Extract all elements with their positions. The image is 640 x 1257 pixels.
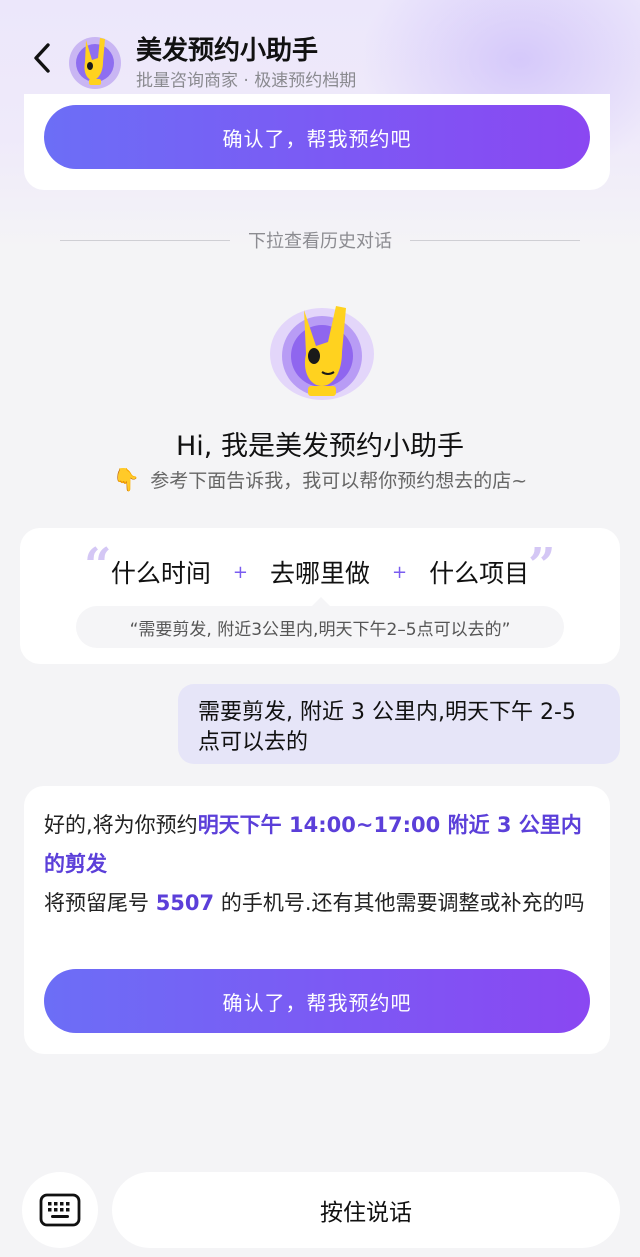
plus-icon: + [232,561,248,583]
previous-reply-card: 确认了，帮我预约吧 [24,94,610,190]
guide-item-place: 去哪里做 [269,559,370,588]
reply-phone-note: 将预留尾号 5507 的手机号.还有其他需要调整或补充的吗 [44,884,594,923]
assistant-reply-card: 好的,将为你预约明天下午 14:00~17:00 附近 3 公里内的剪发 将预留… [24,786,610,1054]
guide-item-service: 什么项目 [429,559,530,588]
reply-phone-prefix: 将预留尾号 [44,891,156,915]
divider-line [60,239,230,241]
page-title: 美发预约小助手 [136,36,319,66]
reply-summary-prefix: 好的,将为你预约 [44,813,198,837]
mascot-icon [69,37,121,89]
history-divider[interactable]: 下拉查看历史对话 [60,225,580,255]
guide-item-time: 什么时间 [110,559,211,588]
confirm-booking-button[interactable]: 确认了，帮我预约吧 [44,969,590,1033]
keyboard-toggle-button[interactable] [22,1172,98,1248]
hold-to-talk-button[interactable]: 按住说话 [112,1172,620,1248]
user-message-bubble: 需要剪发, 附近 3 公里内,明天下午 2-5 点可以去的 [178,684,620,764]
greeting-title: Hi, 我是美发预约小助手 [176,431,464,462]
chevron-left-icon [34,43,50,73]
history-divider-label: 下拉查看历史对话 [248,231,392,252]
greeting-hint-text: 参考下面告诉我，我可以帮你预约想去的店~ [150,470,528,492]
greeting-hint: 👇 参考下面告诉我，我可以帮你预约想去的店~ [0,466,640,493]
guide-items: 什么时间 + 去哪里做 + 什么项目 [20,554,620,590]
assistant-avatar [66,32,124,90]
reply-phone-suffix: 的手机号.还有其他需要调整或补充的吗 [214,891,585,915]
page-subtitle: 批量咨询商家 · 极速预约档期 [136,71,357,91]
assistant-large-avatar [266,298,382,402]
confirm-booking-button[interactable]: 确认了，帮我预约吧 [44,105,590,169]
example-prompt[interactable]: “需要剪发, 附近3公里内,明天下午2–5点可以去的” [76,597,564,648]
divider-line [410,239,580,241]
mascot-icon [270,306,374,400]
phone-tail-number: 5507 [155,891,215,915]
back-button[interactable] [24,38,60,78]
pointing-down-icon: 👇 [112,468,141,493]
plus-icon: + [392,561,408,583]
guide-card: “ ” 什么时间 + 去哪里做 + 什么项目 “需要剪发, 附近3公里内,明天下… [20,528,620,664]
header: 美发预约小助手 批量咨询商家 · 极速预约档期 [0,22,640,102]
reply-summary: 好的,将为你预约明天下午 14:00~17:00 附近 3 公里内的剪发 [44,806,594,884]
keyboard-icon [39,1193,81,1227]
